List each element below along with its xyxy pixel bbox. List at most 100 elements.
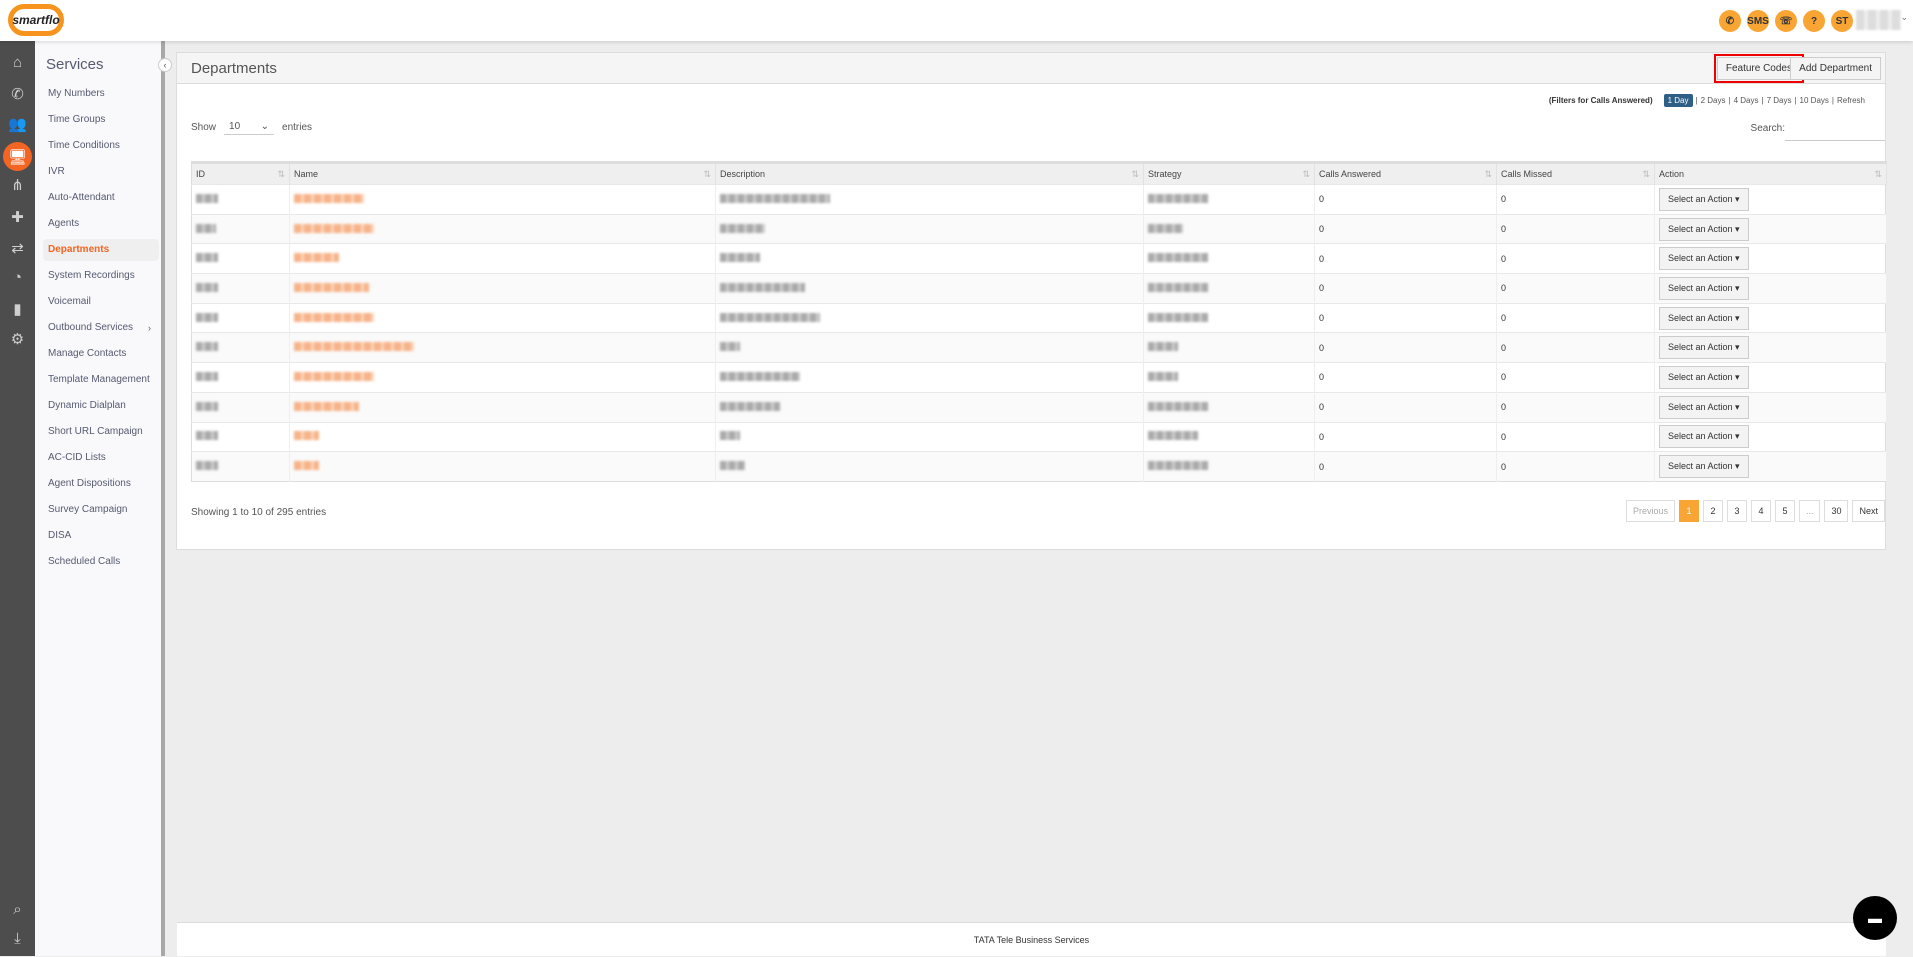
sidebar-item-my-numbers[interactable]: My Numbers bbox=[43, 83, 159, 105]
select-action-dropdown[interactable]: Select an Action ▾ bbox=[1659, 365, 1749, 389]
integrations-icon[interactable]: ✚ bbox=[5, 204, 30, 229]
search-icon[interactable]: ⌕ bbox=[5, 897, 30, 922]
select-action-dropdown[interactable]: Select an Action ▾ bbox=[1659, 336, 1749, 360]
sort-icon[interactable]: ⇅ bbox=[1131, 169, 1139, 180]
page-4[interactable]: 4 bbox=[1750, 500, 1771, 522]
page-3[interactable]: 3 bbox=[1726, 500, 1747, 522]
column-header-id[interactable]: ID ⇅ bbox=[191, 161, 290, 185]
chevron-down-icon[interactable]: ⌄ bbox=[1900, 12, 1908, 23]
sidebar-item-agents[interactable]: Agents bbox=[43, 213, 159, 235]
download-icon[interactable]: ⤓ bbox=[5, 926, 30, 951]
filter-7-days[interactable]: 7 Days bbox=[1767, 96, 1792, 105]
department-name-link[interactable] bbox=[294, 342, 414, 352]
sidebar-item-short-url-campaign[interactable]: Short URL Campaign bbox=[43, 421, 159, 443]
page-30[interactable]: 30 bbox=[1824, 500, 1849, 522]
sidebar-item-disa[interactable]: DISA bbox=[43, 525, 159, 547]
name-cell[interactable] bbox=[289, 362, 716, 393]
filter-2-days[interactable]: 2 Days bbox=[1701, 96, 1726, 105]
select-action-dropdown[interactable]: Select an Action ▾ bbox=[1659, 187, 1749, 211]
name-cell[interactable] bbox=[289, 332, 716, 363]
avatar[interactable]: ST bbox=[1831, 10, 1853, 32]
sidebar-item-template-management[interactable]: Template Management bbox=[43, 369, 159, 391]
department-name-link[interactable] bbox=[294, 461, 319, 471]
call-icon[interactable]: ✆ bbox=[1719, 10, 1741, 32]
select-action-dropdown[interactable]: Select an Action ▾ bbox=[1659, 425, 1749, 449]
sidebar-item-auto-attendant[interactable]: Auto-Attendant bbox=[43, 187, 159, 209]
name-cell[interactable] bbox=[289, 273, 716, 304]
sidebar-item-ac-cid-lists[interactable]: AC-CID Lists bbox=[43, 447, 159, 469]
sidebar-scrollbar[interactable] bbox=[161, 41, 165, 956]
services-icon[interactable]: 🖥 bbox=[3, 142, 32, 171]
select-action-dropdown[interactable]: Select an Action ▾ bbox=[1659, 247, 1749, 271]
search-input[interactable] bbox=[1785, 121, 1885, 141]
phone-icon[interactable]: ✆ bbox=[5, 81, 30, 106]
select-action-dropdown[interactable]: Select an Action ▾ bbox=[1659, 306, 1749, 330]
name-cell[interactable] bbox=[289, 184, 716, 215]
gear-icon[interactable]: ⚙ bbox=[5, 326, 30, 351]
department-name-link[interactable] bbox=[294, 253, 339, 263]
select-action-dropdown[interactable]: Select an Action ▾ bbox=[1659, 276, 1749, 300]
column-header-description[interactable]: Description ⇅ bbox=[715, 161, 1144, 185]
routing-icon[interactable]: ⇄ bbox=[5, 235, 30, 260]
name-cell[interactable] bbox=[289, 213, 716, 244]
sidebar-item-agent-dispositions[interactable]: Agent Dispositions bbox=[43, 473, 159, 495]
department-name-link[interactable] bbox=[294, 282, 369, 292]
feature-codes-button[interactable]: Feature Codes bbox=[1713, 54, 1805, 83]
sidebar-item-ivr[interactable]: IVR bbox=[43, 161, 159, 183]
select-action-dropdown[interactable]: Select an Action ▾ bbox=[1659, 395, 1749, 419]
name-cell[interactable] bbox=[289, 243, 716, 274]
sidebar-item-outbound-services[interactable]: Outbound Services › bbox=[43, 317, 159, 339]
page-previous[interactable]: Previous bbox=[1625, 500, 1675, 522]
users-icon[interactable]: 👥 bbox=[5, 111, 30, 136]
page-1[interactable]: 1 bbox=[1678, 500, 1699, 522]
department-name-link[interactable] bbox=[294, 371, 374, 381]
page-size-select[interactable]: 10 ⌄ bbox=[224, 119, 275, 135]
add-department-button[interactable]: Add Department bbox=[1790, 57, 1881, 80]
help-icon[interactable]: ? bbox=[1803, 10, 1825, 32]
page-next[interactable]: Next bbox=[1852, 500, 1885, 522]
pie-chart-icon[interactable]: ◔ bbox=[5, 265, 30, 290]
department-name-link[interactable] bbox=[294, 193, 364, 203]
name-cell[interactable] bbox=[289, 391, 716, 422]
sort-icon[interactable]: ⇅ bbox=[1302, 169, 1310, 180]
bar-chart-icon[interactable]: ▮ bbox=[5, 296, 30, 321]
name-cell[interactable] bbox=[289, 451, 716, 482]
page-ellipsis[interactable]: ... bbox=[1798, 500, 1821, 522]
column-header-calls-missed[interactable]: Calls Missed ⇅ bbox=[1496, 161, 1655, 185]
column-header-action[interactable]: Action ⇅ bbox=[1654, 161, 1887, 185]
sort-icon[interactable]: ⇅ bbox=[1484, 169, 1492, 180]
filter-10-days[interactable]: 10 Days bbox=[1800, 96, 1829, 105]
department-name-link[interactable] bbox=[294, 401, 359, 411]
column-header-name[interactable]: Name ⇅ bbox=[289, 161, 716, 185]
filter-4-days[interactable]: 4 Days bbox=[1734, 96, 1759, 105]
department-name-link[interactable] bbox=[294, 223, 374, 233]
select-action-dropdown[interactable]: Select an Action ▾ bbox=[1659, 217, 1749, 241]
sort-icon[interactable]: ⇅ bbox=[1642, 169, 1650, 180]
sidebar-item-departments[interactable]: Departments bbox=[43, 239, 159, 261]
column-header-calls-answered[interactable]: Calls Answered ⇅ bbox=[1314, 161, 1497, 185]
home-icon[interactable]: ⌂ bbox=[5, 50, 30, 75]
sidebar-item-manage-contacts[interactable]: Manage Contacts bbox=[43, 343, 159, 365]
smartflo-logo[interactable]: smartflo bbox=[8, 4, 64, 36]
filter-refresh[interactable]: Refresh bbox=[1837, 96, 1865, 105]
sidebar-item-system-recordings[interactable]: System Recordings bbox=[43, 265, 159, 287]
column-header-strategy[interactable]: Strategy ⇅ bbox=[1143, 161, 1315, 185]
chat-widget-button[interactable]: ▬ bbox=[1853, 896, 1897, 940]
sidebar-item-dynamic-dialplan[interactable]: Dynamic Dialplan bbox=[43, 395, 159, 417]
sidebar-item-scheduled-calls[interactable]: Scheduled Calls bbox=[43, 551, 159, 573]
sort-icon[interactable]: ⇅ bbox=[277, 169, 285, 180]
user-name-blurred[interactable] bbox=[1856, 10, 1901, 30]
network-icon[interactable]: ⋔ bbox=[5, 172, 30, 197]
sidebar-item-survey-campaign[interactable]: Survey Campaign bbox=[43, 499, 159, 521]
call-history-icon[interactable]: ☏ bbox=[1775, 10, 1797, 32]
sort-icon[interactable]: ⇅ bbox=[703, 169, 711, 180]
page-5[interactable]: 5 bbox=[1774, 500, 1795, 522]
page-2[interactable]: 2 bbox=[1702, 500, 1723, 522]
department-name-link[interactable] bbox=[294, 312, 374, 322]
sidebar-item-voicemail[interactable]: Voicemail bbox=[43, 291, 159, 313]
filter-1-day[interactable]: 1 Day bbox=[1663, 94, 1693, 107]
department-name-link[interactable] bbox=[294, 431, 319, 441]
select-action-dropdown[interactable]: Select an Action ▾ bbox=[1659, 455, 1749, 479]
name-cell[interactable] bbox=[289, 421, 716, 452]
sort-icon[interactable]: ⇅ bbox=[1874, 169, 1882, 180]
